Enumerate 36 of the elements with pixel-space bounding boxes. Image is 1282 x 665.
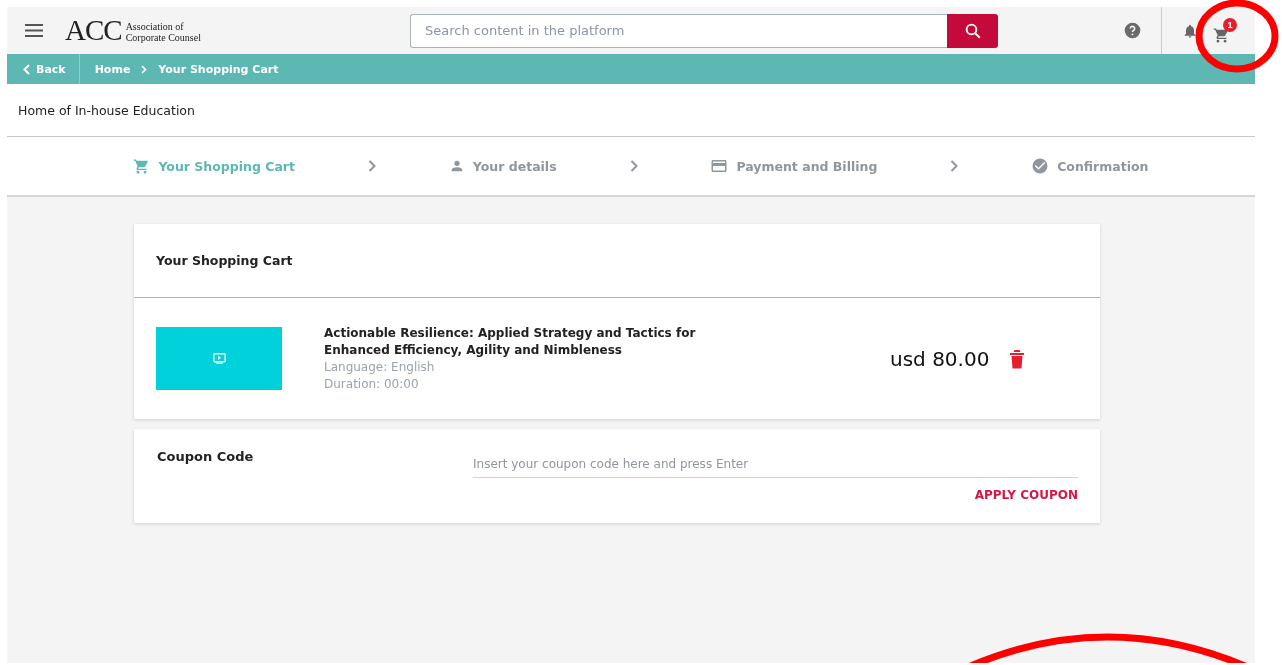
search-button[interactable] — [947, 13, 998, 48]
search-icon — [963, 21, 982, 40]
chevron-left-icon — [23, 63, 30, 75]
cart-icon — [133, 157, 151, 175]
video-icon — [212, 353, 226, 364]
step-tab[interactable]: Your Shopping Cart — [133, 157, 295, 175]
card-title: Your Shopping Cart — [156, 253, 293, 268]
chevron-right-icon — [141, 64, 148, 74]
chevron-right-icon — [629, 160, 638, 172]
bell-icon[interactable] — [1182, 22, 1198, 39]
cart-button[interactable]: 1 — [1213, 17, 1237, 44]
item-price: usd 80.00 — [890, 346, 990, 371]
chevron-right-icon — [950, 160, 959, 172]
item-duration: Duration: 00:00 — [324, 375, 420, 393]
step-tab[interactable]: Confirmation — [1031, 157, 1149, 175]
item-language: Language: English — [324, 358, 436, 376]
step-tab[interactable]: Your details — [448, 158, 557, 174]
item-title: Actionable Resilience: Applied Strategy and Tactics for Enhanced Efficiency, Agility and Nimbleness — [324, 324, 697, 359]
logo-text: Association of — [125, 22, 185, 33]
video-thumbnail[interactable] — [156, 327, 282, 390]
menu-icon[interactable] — [25, 24, 43, 37]
help-icon[interactable] — [1124, 22, 1141, 39]
delete-icon[interactable] — [1009, 348, 1026, 369]
breadcrumb-link[interactable]: Home — [94, 62, 131, 76]
step-tab[interactable]: Payment and Billing — [710, 157, 878, 175]
tagline: Home of In-house Education — [18, 102, 195, 118]
coupon-title: Coupon Code — [157, 449, 255, 466]
apply-coupon-button[interactable]: APPLY COUPON — [974, 488, 1078, 502]
search-field[interactable]: Search content in the platform — [410, 13, 947, 48]
breadcrumb-link[interactable]: Your Shopping Cart — [158, 62, 279, 76]
logo-text: Corporate Counsel — [125, 32, 201, 43]
credit-card-icon — [710, 157, 729, 175]
cart-count-badge: 1 — [1223, 17, 1237, 32]
cart-icon — [1213, 26, 1230, 44]
logo-mark: ACC — [65, 16, 122, 45]
chevron-right-icon — [367, 160, 376, 172]
